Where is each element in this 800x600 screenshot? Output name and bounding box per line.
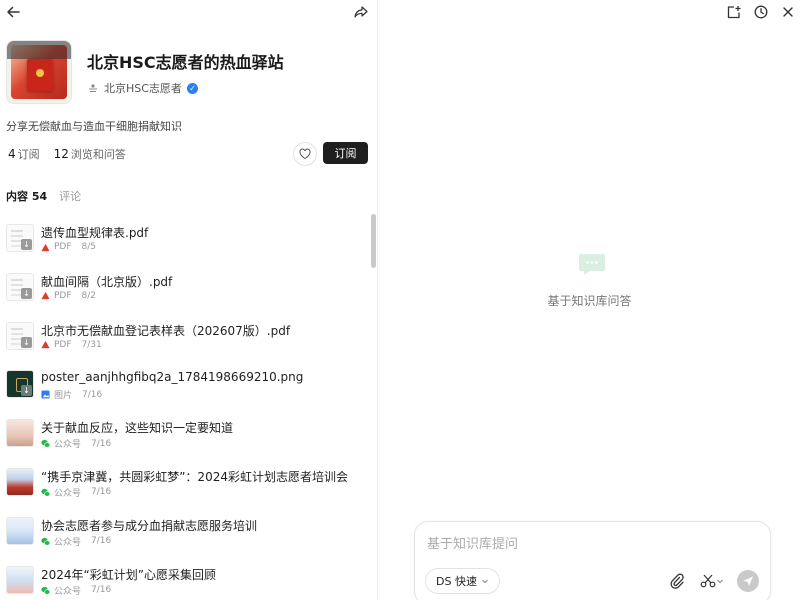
content-tabs: 内容 54 评论 — [6, 188, 81, 204]
pdf-icon — [41, 340, 50, 349]
knowledge-base-title: 北京HSC志愿者的热血驿站 — [87, 53, 284, 72]
empty-state-text: 基于知识库问答 — [547, 294, 632, 308]
pdf-icon — [41, 243, 50, 251]
history-clock-icon[interactable] — [751, 2, 771, 22]
knowledge-base-cover — [6, 40, 72, 104]
list-item[interactable]: ↓ 献血间隔（北京版）.pdf PDF 8/2 — [0, 265, 368, 314]
item-type: 图片 — [54, 391, 73, 402]
question-input[interactable] — [427, 533, 747, 555]
item-type: PDF — [54, 242, 72, 252]
subscribers-stat: 4 订阅 — [8, 147, 40, 161]
item-type: 公众号 — [54, 488, 82, 499]
image-icon — [41, 390, 50, 399]
item-date: 7/16 — [91, 487, 112, 498]
verified-badge-icon: ✓ — [186, 82, 198, 94]
article-thumbnail — [6, 565, 34, 594]
wechat-icon — [41, 586, 50, 595]
file-thumbnail: ↓ — [6, 272, 34, 301]
list-item[interactable]: 协会志愿者参与成分血捐献志愿服务培训 公众号 7/16 — [0, 509, 368, 558]
item-title: 2024年“彩虹计划”心愿采集回顾 — [41, 567, 216, 582]
item-meta: PDF 8/2 — [41, 291, 96, 301]
download-icon: ↓ — [21, 239, 32, 250]
list-item[interactable]: ↓ poster_aanjhhgfibq2a_1784198669210.png… — [0, 362, 368, 411]
download-icon: ↓ — [21, 287, 32, 299]
qa-panel: 基于知识库问答 DS 快速 — [379, 0, 800, 600]
tab-comments[interactable]: 评论 — [59, 188, 81, 204]
owner-avatar-icon — [89, 84, 97, 92]
item-title: 协会志愿者参与成分血捐献志愿服务培训 — [41, 518, 258, 533]
list-item[interactable]: 2024年“彩虹计划”心愿采集回顾 公众号 7/16 — [0, 558, 368, 600]
item-title: 关于献血反应，这些知识一定要知道 — [41, 421, 234, 436]
image-thumbnail: ↓ — [6, 370, 34, 399]
item-title: 北京市无偿献血登记表样表（202607版）.pdf — [41, 323, 291, 338]
item-type: 公众号 — [54, 440, 82, 451]
list-item[interactable]: “携手京津冀，共圆彩虹梦”：2024彩虹计划志愿者培训会 公众号 7/16 — [0, 460, 368, 509]
knowledge-base-stats: 4 订阅 12 浏览和问答 — [8, 146, 126, 162]
item-type: 公众号 — [54, 586, 82, 597]
item-type: 公众号 — [54, 537, 82, 548]
download-icon: ↓ — [21, 336, 32, 348]
list-item[interactable]: ↓ 北京市无偿献血登记表样表（202607版）.pdf PDF 7/31 — [0, 314, 368, 363]
model-selector[interactable]: DS 快速 — [425, 568, 500, 594]
file-thumbnail: ↓ — [6, 321, 34, 350]
top-bar — [0, 0, 377, 24]
scissors-tool-icon[interactable] — [697, 570, 727, 592]
pdf-icon — [41, 292, 50, 300]
item-date: 7/16 — [82, 389, 103, 400]
item-meta: 图片 7/16 — [41, 388, 102, 401]
wechat-icon — [41, 440, 50, 448]
item-meta: 公众号 7/16 — [41, 535, 111, 548]
favorite-button[interactable] — [293, 142, 317, 166]
item-meta: 公众号 7/16 — [41, 437, 111, 450]
item-date: 8/2 — [81, 290, 97, 301]
send-icon — [743, 576, 753, 586]
item-date: 7/16 — [91, 438, 112, 449]
send-button[interactable] — [737, 570, 759, 592]
knowledge-base-description: 分享无偿献血与造血干细胞捐献知识 — [6, 120, 182, 133]
views-stat: 12 浏览和问答 — [53, 147, 126, 161]
item-meta: PDF 8/5 — [41, 242, 96, 252]
owner-name: 北京HSC志愿者 — [104, 82, 182, 95]
article-thumbnail — [6, 419, 34, 448]
item-date: 7/16 — [91, 585, 112, 596]
owner-info[interactable]: 北京HSC志愿者 ✓ — [87, 80, 198, 96]
file-thumbnail: ↓ — [6, 224, 34, 252]
item-date: 7/31 — [81, 339, 102, 350]
item-title: “携手京津冀，共圆彩虹梦”：2024彩虹计划志愿者培训会 — [41, 469, 348, 484]
list-item[interactable]: ↓ 遗传血型规律表.pdf PDF 8/5 — [0, 216, 368, 265]
wechat-icon — [41, 488, 50, 497]
item-meta: 公众号 7/16 — [41, 486, 111, 499]
item-title: poster_aanjhhgfibq2a_1784198669210.png — [41, 370, 304, 385]
list-item[interactable]: 关于献血反应，这些知识一定要知道 公众号 7/16 — [0, 411, 368, 460]
item-meta: PDF 7/31 — [41, 340, 102, 350]
wechat-icon — [41, 537, 50, 546]
subscribe-button[interactable]: 订阅 — [323, 142, 368, 164]
item-type: PDF — [54, 339, 72, 350]
attachment-icon[interactable] — [666, 570, 688, 592]
share-icon[interactable] — [351, 2, 371, 22]
item-meta: 公众号 7/16 — [41, 584, 111, 597]
article-thumbnail — [6, 516, 34, 545]
item-title: 遗传血型规律表.pdf — [41, 226, 149, 240]
new-chat-icon[interactable] — [724, 2, 744, 22]
article-thumbnail — [6, 467, 34, 496]
chevron-down-icon — [482, 579, 488, 584]
app-window: 北京HSC志愿者的热血驿站 北京HSC志愿者 ✓ 分享无偿献血与造血干细胞捐献知… — [0, 0, 800, 600]
close-icon[interactable] — [778, 2, 798, 22]
content-list: ↓ 遗传血型规律表.pdf PDF 8/5 ↓ 献血间隔（北京版）.pdf PD… — [0, 216, 368, 600]
item-type: PDF — [54, 290, 72, 301]
chat-bubble-icon — [579, 254, 605, 275]
tab-content[interactable]: 内容 54 — [6, 188, 47, 204]
model-label: DS 快速 — [436, 575, 477, 588]
item-date: 8/5 — [81, 242, 97, 252]
item-date: 7/16 — [91, 536, 112, 547]
heart-icon — [299, 148, 311, 160]
download-icon: ↓ — [21, 385, 32, 397]
knowledge-base-panel: 北京HSC志愿者的热血驿站 北京HSC志愿者 ✓ 分享无偿献血与造血干细胞捐献知… — [0, 0, 378, 600]
list-scrollbar[interactable] — [371, 214, 376, 268]
back-arrow-icon[interactable] — [3, 2, 23, 22]
item-title: 献血间隔（北京版）.pdf — [41, 274, 173, 289]
question-composer: DS 快速 — [414, 521, 771, 600]
